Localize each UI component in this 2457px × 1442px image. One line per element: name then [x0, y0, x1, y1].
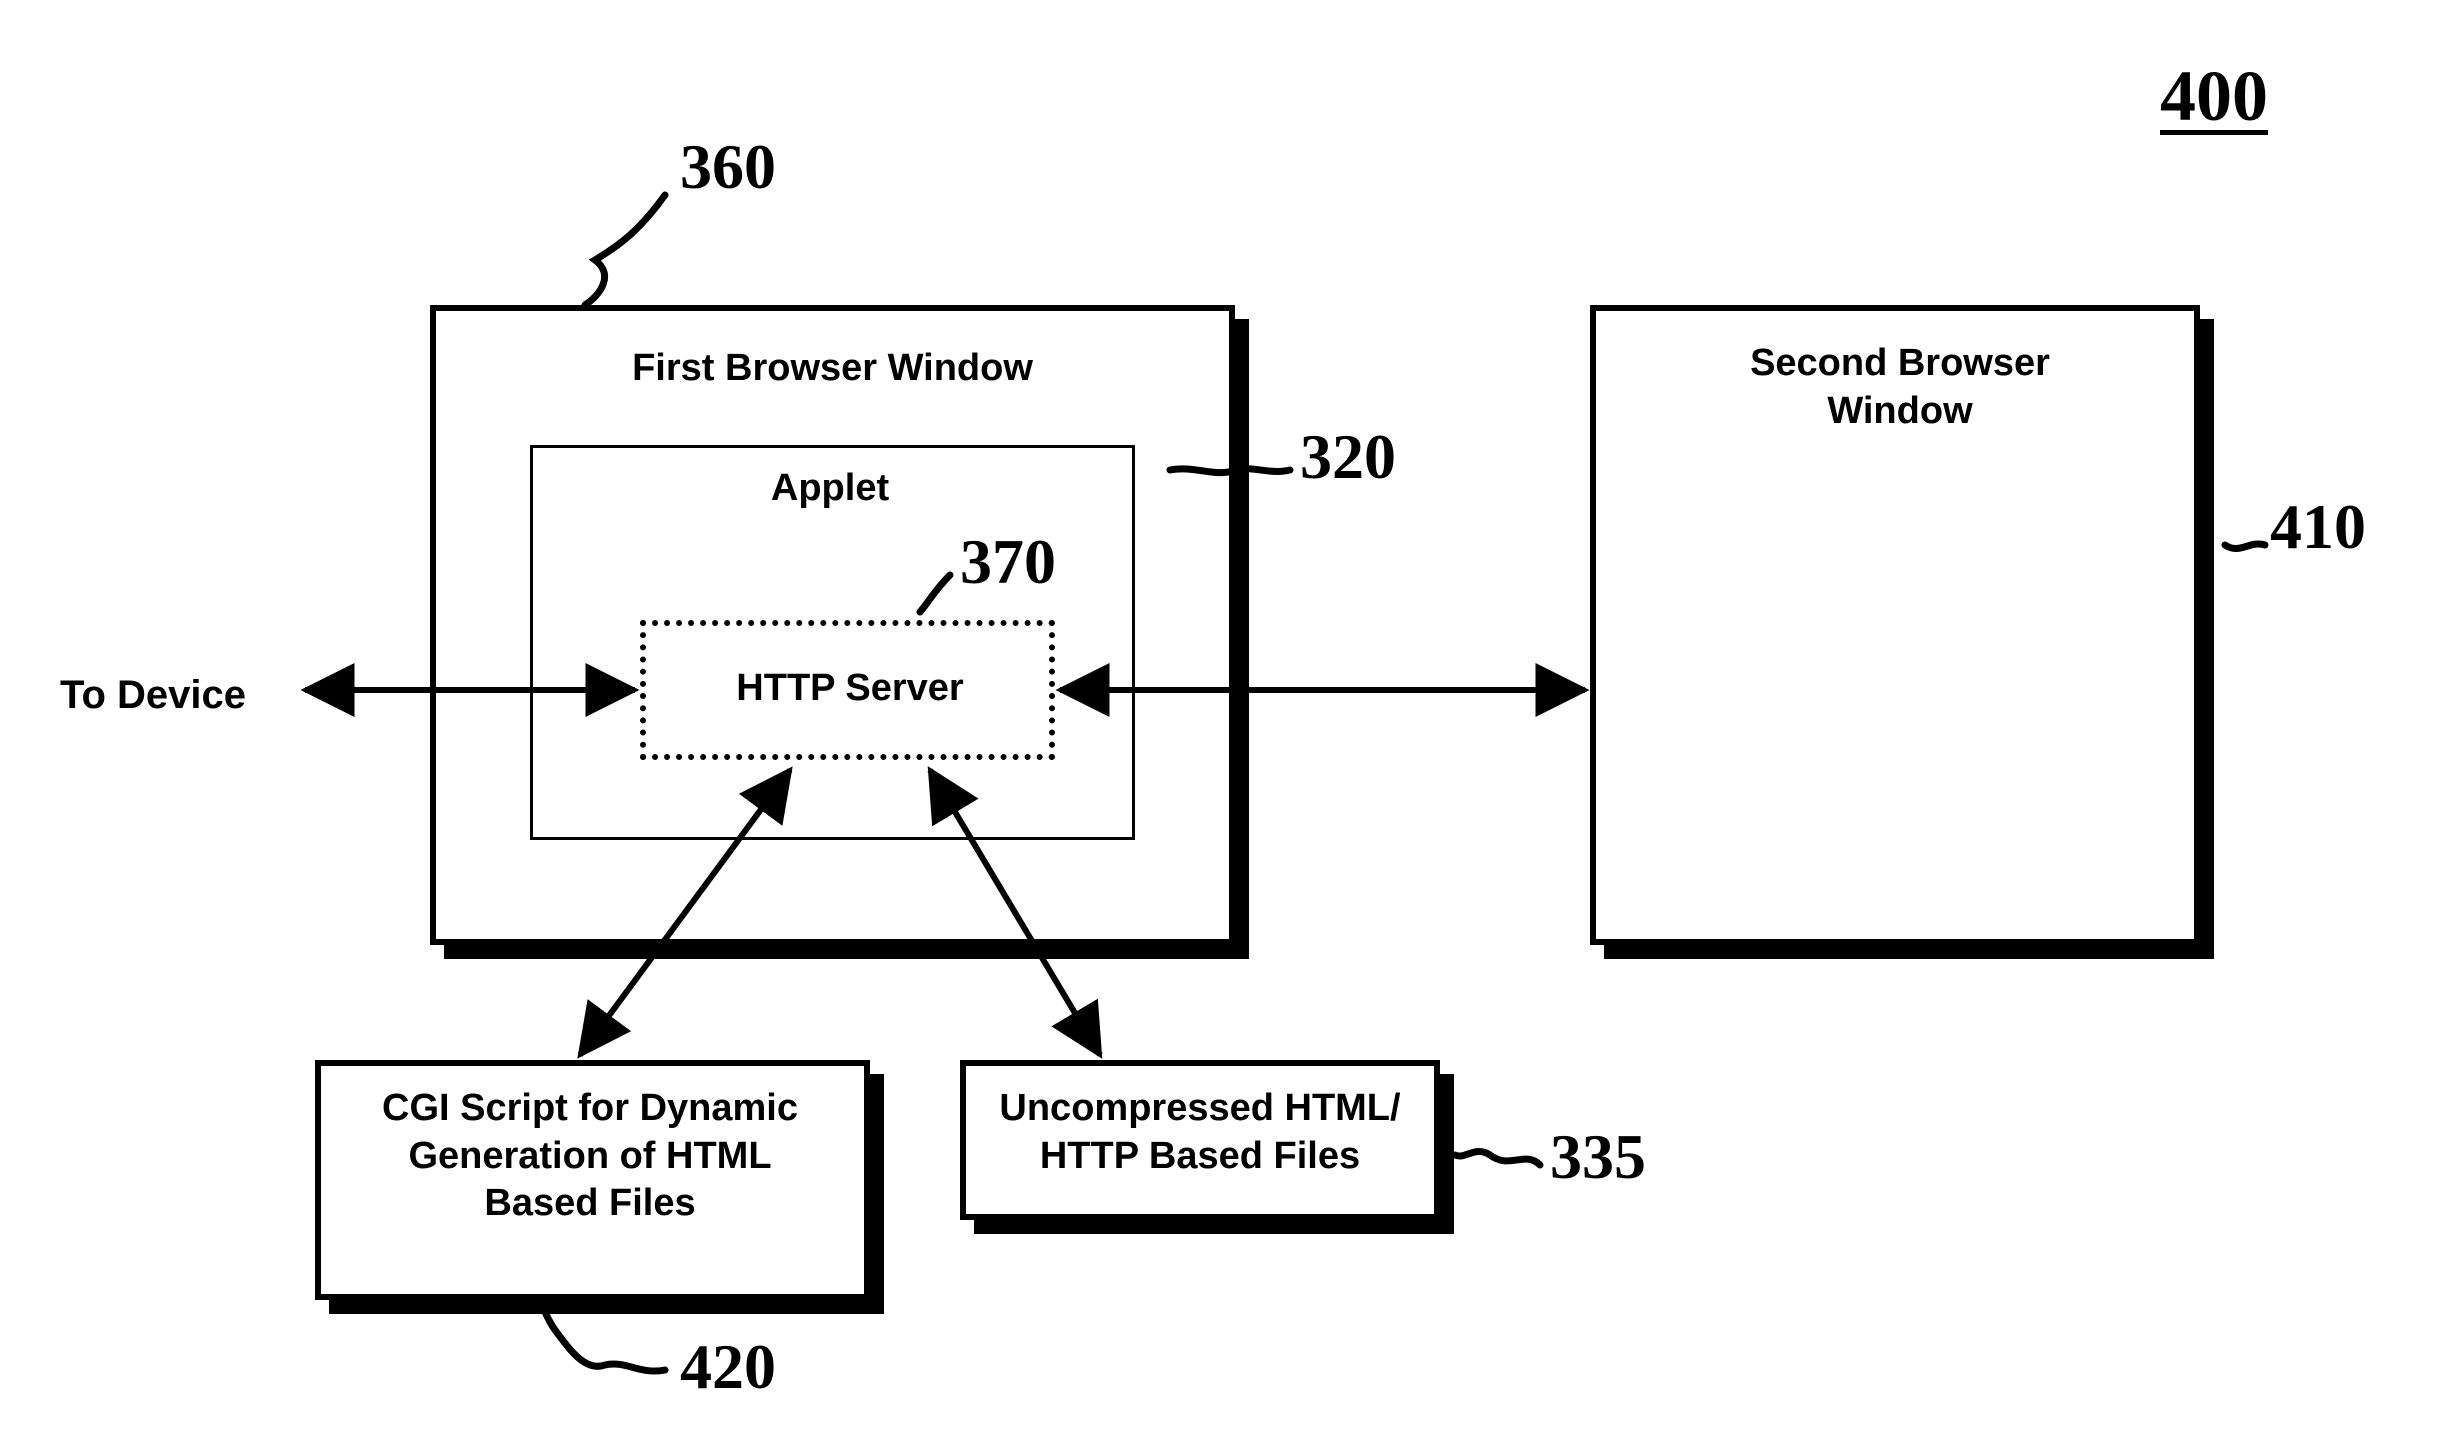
ref-335: 335	[1550, 1120, 1646, 1194]
applet-label: Applet	[720, 465, 940, 513]
first-browser-window-label: First Browser Window	[610, 345, 1055, 393]
ref-320: 320	[1300, 420, 1396, 494]
ref-370: 370	[960, 525, 1056, 599]
ref-360: 360	[680, 130, 776, 204]
uncompressed-files-label: Uncompressed HTML/ HTTP Based Files	[975, 1085, 1425, 1180]
to-device-label: To Device	[60, 670, 290, 720]
ref-410: 410	[2270, 490, 2366, 564]
cgi-script-label: CGI Script for Dynamic Generation of HTM…	[330, 1085, 850, 1228]
http-server-label: HTTP Server	[700, 665, 1000, 713]
ref-420: 420	[680, 1330, 776, 1404]
second-browser-window-label: Second Browser Window	[1700, 340, 2100, 435]
diagram-canvas: 400 First Browser Window Applet HTTP Ser…	[0, 0, 2457, 1442]
figure-number: 400	[2160, 55, 2268, 138]
